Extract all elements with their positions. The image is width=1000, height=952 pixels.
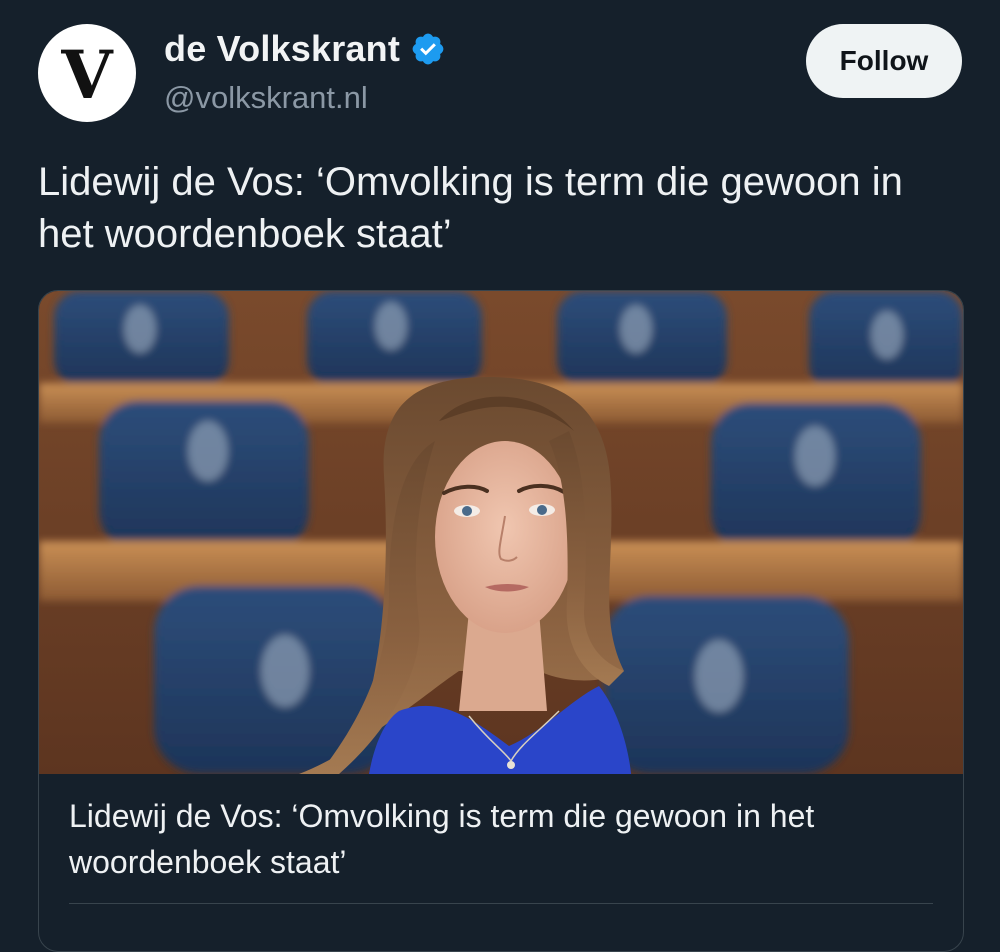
- follow-button[interactable]: Follow: [806, 24, 962, 98]
- card-title[interactable]: Lidewij de Vos: ‘Omvolking is term die g…: [69, 793, 929, 885]
- tweet-text: Lidewij de Vos: ‘Omvolking is term die g…: [38, 160, 903, 256]
- verified-badge-icon: [412, 33, 444, 65]
- card-image-portrait[interactable]: [39, 291, 963, 774]
- card-divider: [69, 903, 933, 904]
- avatar[interactable]: V: [38, 24, 136, 122]
- account-name-row[interactable]: de Volkskrant: [164, 28, 446, 70]
- link-card[interactable]: Lidewij de Vos: ‘Omvolking is term die g…: [38, 290, 964, 952]
- account-handle[interactable]: @volkskrant.nl: [164, 80, 368, 116]
- avatar-logo-letter: V: [61, 36, 113, 114]
- display-name[interactable]: de Volkskrant: [164, 28, 400, 70]
- tweet: V de Volkskrant @volkskrant.nl Follow Li…: [0, 0, 1000, 952]
